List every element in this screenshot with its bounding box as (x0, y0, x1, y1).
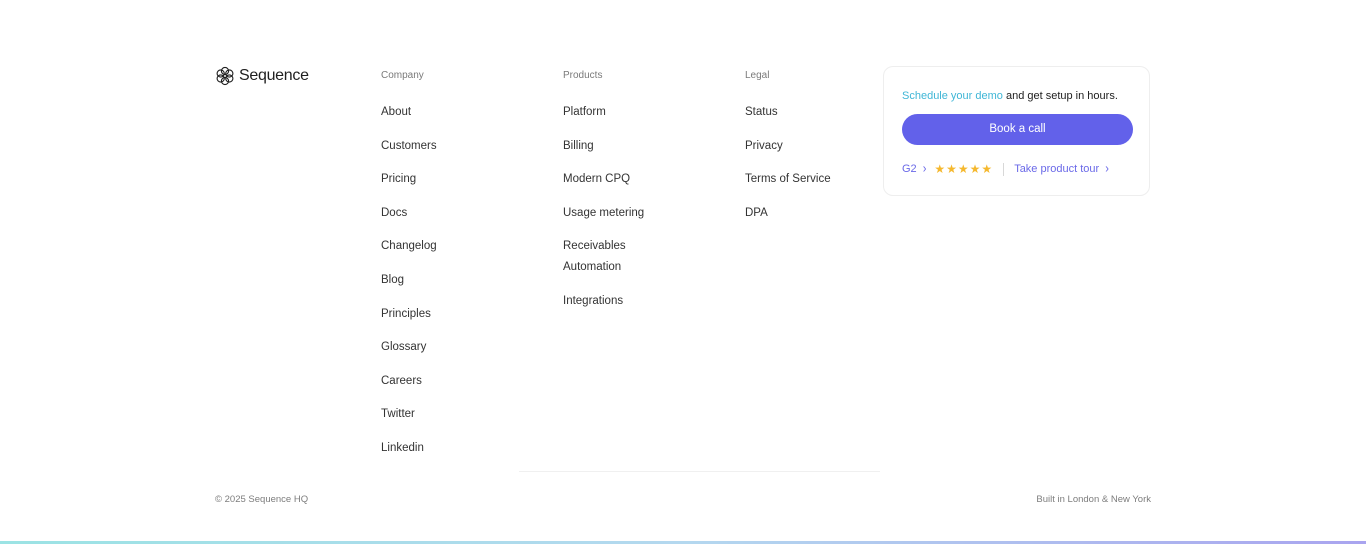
star-icon: ★ (957, 162, 969, 176)
company-links: About Customers Pricing Docs Changelog B… (381, 101, 437, 458)
g2-label: G2 (902, 163, 917, 175)
footer-page: Sequence Company About Customers Pricing… (0, 0, 1366, 544)
product-tour-link[interactable]: Take product tour › (1014, 161, 1109, 177)
tour-label: Take product tour (1014, 163, 1100, 175)
footer-link-dpa[interactable]: DPA (745, 207, 768, 219)
footer-link-integrations[interactable]: Integrations (563, 295, 623, 307)
star-icon: ★ (946, 162, 957, 176)
star-icon: ★ (981, 162, 993, 176)
copyright-text: © 2025 Sequence HQ (215, 494, 309, 505)
star-icon: ★ (969, 162, 981, 176)
cta-rest-text: and get setup in hours. (1002, 90, 1118, 102)
footer-link-usage-metering[interactable]: Usage metering (563, 207, 644, 219)
cta-text: Schedule your demo and get setup in hour… (902, 89, 1131, 103)
footer-link-pricing[interactable]: Pricing (381, 173, 416, 185)
legal-column: Legal Status Privacy Terms of Service DP… (745, 70, 831, 235)
chevron-right-icon: › (922, 161, 927, 177)
schedule-demo-link[interactable]: Schedule your demo (902, 90, 1003, 102)
footer-link-modern-cpq[interactable]: Modern CPQ (563, 173, 630, 185)
footer-link-changelog[interactable]: Changelog (381, 240, 437, 252)
legal-links: Status Privacy Terms of Service DPA (745, 101, 831, 223)
footer-link-principles[interactable]: Principles (381, 308, 431, 320)
footer-link-glossary[interactable]: Glossary (381, 341, 426, 353)
brand-name: Sequence (239, 67, 309, 84)
legal-heading: Legal (745, 70, 770, 81)
company-column: Company About Customers Pricing Docs Cha… (381, 70, 437, 471)
footer-link-linkedin[interactable]: Linkedin (381, 442, 424, 454)
products-heading: Products (563, 70, 603, 81)
brand-logo[interactable]: Sequence (215, 66, 309, 86)
products-column: Products Platform Billing Modern CPQ Usa… (563, 70, 644, 324)
footer-link-billing[interactable]: Billing (563, 140, 594, 152)
footer-link-customers[interactable]: Customers (381, 140, 437, 152)
footer-link-about[interactable]: About (381, 106, 411, 118)
footer-link-status[interactable]: Status (745, 106, 778, 118)
footer-link-careers[interactable]: Careers (381, 375, 422, 387)
rating-row: G2 › ★ ★ ★ ★ ★ Take product tour › (902, 161, 1131, 177)
footer-link-docs[interactable]: Docs (381, 207, 407, 219)
chevron-right-icon: › (1105, 161, 1109, 177)
vertical-divider (1003, 162, 1005, 176)
footer-link-privacy[interactable]: Privacy (745, 140, 783, 152)
star-icon: ★ (934, 162, 946, 176)
built-in-text: Built in London & New York (1036, 494, 1151, 505)
footer-link-platform[interactable]: Platform (563, 106, 606, 118)
book-call-button[interactable]: Book a call (902, 114, 1133, 145)
g2-reviews-link[interactable]: G2 › (902, 161, 927, 177)
footer-link-terms[interactable]: Terms of Service (745, 173, 831, 185)
star-rating: ★ ★ ★ ★ ★ (934, 163, 992, 175)
footer-link-twitter[interactable]: Twitter (381, 408, 415, 420)
demo-cta-card: Schedule your demo and get setup in hour… (883, 66, 1150, 196)
footer-divider (519, 471, 880, 472)
flower-hex-icon (216, 66, 234, 86)
products-links: Platform Billing Modern CPQ Usage meteri… (563, 101, 644, 311)
footer-link-receivables-automation[interactable]: Receivables Automation (563, 240, 626, 273)
footer-link-blog[interactable]: Blog (381, 274, 404, 286)
company-heading: Company (381, 70, 424, 81)
